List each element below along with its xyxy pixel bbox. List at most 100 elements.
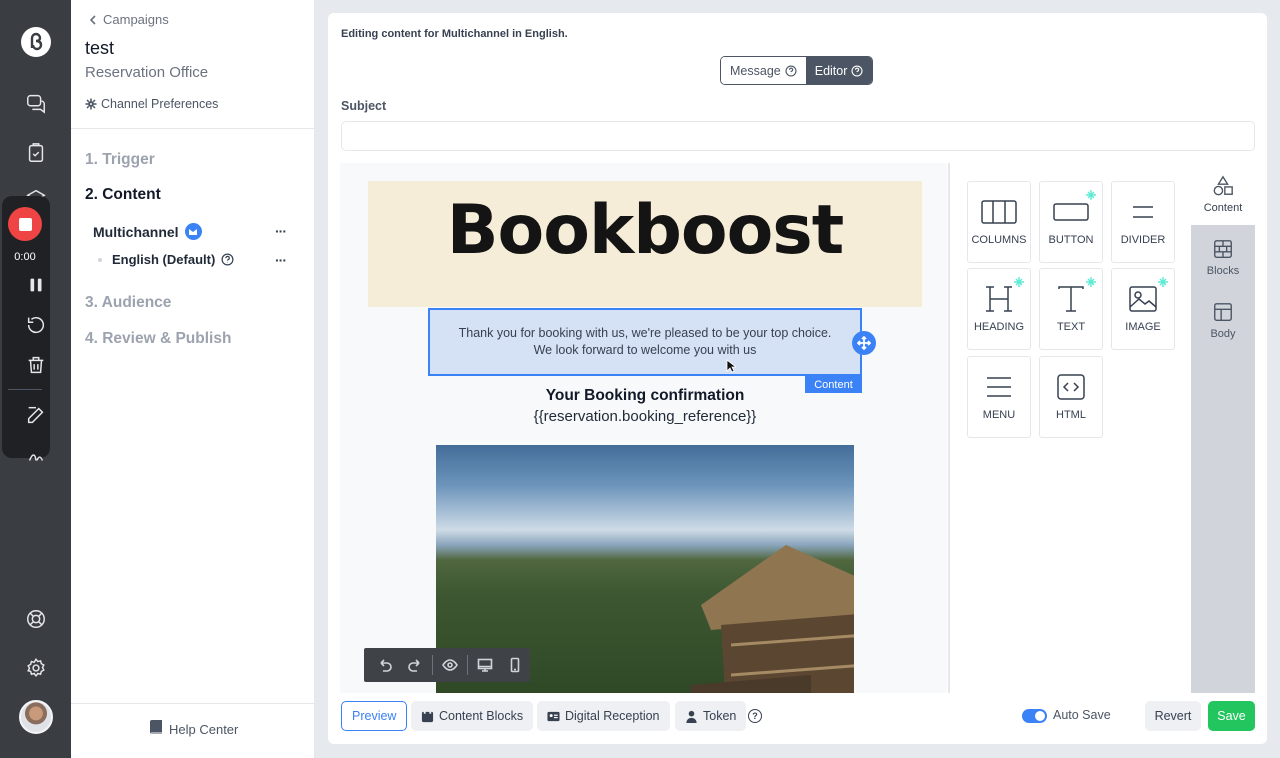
language-more-button[interactable]: ···: [275, 252, 287, 268]
subject-label: Subject: [341, 99, 387, 113]
token-help-icon[interactable]: ?: [748, 709, 762, 723]
move-handle-icon[interactable]: [852, 331, 876, 355]
tool-html-label: HTML: [1056, 409, 1086, 421]
campaign-title: test: [85, 38, 115, 58]
code-icon: [1057, 374, 1085, 400]
menu-icon: [987, 377, 1011, 397]
tool-menu-label: MENU: [982, 409, 1016, 421]
button-icon: [1053, 203, 1089, 221]
tab-message[interactable]: Message: [721, 57, 806, 84]
help-circle-icon[interactable]: [221, 253, 234, 266]
tab-body[interactable]: Body: [1191, 289, 1255, 351]
settings-gear-icon[interactable]: [22, 654, 50, 682]
channel-more-button[interactable]: ···: [275, 223, 287, 239]
step-trigger[interactable]: 1. Trigger: [85, 151, 155, 169]
tool-heading[interactable]: HEADING: [967, 268, 1031, 350]
edit-icon[interactable]: [22, 401, 50, 429]
pause-icon[interactable]: [22, 271, 50, 299]
tool-text[interactable]: TEXT: [1039, 268, 1103, 350]
toolbar-divider: [467, 655, 468, 675]
redo-icon[interactable]: [402, 652, 428, 678]
canvas-toolbar: [364, 648, 530, 682]
preview-label: Preview: [352, 709, 397, 723]
bookboost-logo-icon[interactable]: [21, 27, 51, 57]
channel-preferences-label: Channel Preferences: [101, 97, 219, 111]
email-canvas[interactable]: Bookboost Thank you for booking with us,…: [340, 163, 947, 693]
autosave-toggle[interactable]: [1022, 709, 1047, 723]
mobile-icon[interactable]: [502, 652, 528, 678]
tab-editor-label: Editor: [814, 63, 848, 78]
tool-image[interactable]: IMAGE: [1111, 268, 1175, 350]
channel-multichannel[interactable]: Multichannel: [93, 223, 202, 240]
language-english[interactable]: English (Default): [98, 252, 234, 267]
undo-icon[interactable]: [372, 652, 398, 678]
step-content[interactable]: 2. Content: [85, 186, 161, 204]
chevron-left-icon: [89, 14, 96, 25]
tool-columns[interactable]: COLUMNS: [967, 181, 1031, 263]
selected-text-block[interactable]: Thank you for booking with us, we're ple…: [428, 308, 862, 376]
revert-button[interactable]: Revert: [1145, 701, 1201, 731]
channel-label: Multichannel: [93, 223, 179, 240]
trash-icon[interactable]: [22, 351, 50, 379]
intro-line-1: Thank you for booking with us, we're ple…: [458, 326, 832, 340]
campaign-subtitle: Reservation Office: [85, 64, 209, 81]
user-icon: [686, 710, 697, 723]
language-label: English (Default): [112, 252, 216, 267]
sidebar-divider: [71, 128, 315, 129]
help-center-label: Help Center: [169, 722, 239, 737]
tab-content-label: Content: [1203, 201, 1243, 214]
content-blocks-button[interactable]: Content Blocks: [411, 701, 534, 731]
layout-icon: [1214, 302, 1232, 321]
bullet-icon: [98, 257, 102, 262]
stop-recording-button[interactable]: [8, 207, 42, 241]
columns-icon: [981, 200, 1017, 224]
tool-tabs: Content Blocks Body: [1191, 163, 1255, 693]
conversations-icon[interactable]: [22, 89, 50, 117]
sparkle-icon: [1086, 274, 1096, 287]
tool-button[interactable]: BUTTON: [1039, 181, 1103, 263]
content-tools-panel: COLUMNS BUTTON DIVIDER HEADING TEXT IMAG…: [948, 163, 1191, 693]
tab-content[interactable]: Content: [1191, 163, 1255, 225]
mouse-cursor-icon: [726, 359, 736, 373]
mail-icon: [184, 223, 202, 240]
tool-divider-label: DIVIDER: [1120, 234, 1166, 246]
editing-note: Editing content for Multichannel in Engl…: [341, 28, 568, 40]
tab-body-label: Body: [1210, 327, 1236, 340]
tasks-icon[interactable]: [22, 139, 50, 167]
token-label: Token: [703, 709, 737, 723]
sparkle-icon: [1158, 274, 1168, 287]
subject-input[interactable]: [341, 121, 1255, 151]
step-audience[interactable]: 3. Audience: [85, 294, 171, 312]
desktop-icon[interactable]: [472, 652, 498, 678]
toolbar-divider: [432, 655, 433, 675]
restart-icon[interactable]: [22, 311, 50, 339]
drawing-icon[interactable]: [22, 441, 50, 469]
tab-editor[interactable]: Editor: [805, 57, 873, 84]
app-rail: 0:00: [0, 0, 71, 758]
step-review-publish[interactable]: 4. Review & Publish: [85, 330, 231, 348]
tool-html[interactable]: HTML: [1039, 356, 1103, 438]
booking-heading: Your Booking confirmation: [545, 387, 745, 404]
brand-logo: Bookboost: [446, 191, 845, 270]
token-button[interactable]: Token: [675, 701, 747, 731]
support-icon[interactable]: [22, 605, 50, 633]
save-button[interactable]: Save: [1208, 701, 1255, 731]
preview-button[interactable]: Preview: [341, 701, 408, 731]
eye-icon[interactable]: [437, 652, 463, 678]
digital-reception-button[interactable]: Digital Reception: [537, 701, 670, 731]
user-avatar[interactable]: [19, 700, 53, 734]
book-icon: [149, 720, 162, 736]
tool-divider[interactable]: DIVIDER: [1111, 181, 1175, 263]
booking-reference: {{reservation.booking_reference}}: [533, 408, 757, 425]
tool-menu[interactable]: MENU: [967, 356, 1031, 438]
back-to-campaigns-link[interactable]: Campaigns: [87, 12, 169, 27]
tab-blocks[interactable]: Blocks: [1191, 226, 1255, 288]
tool-columns-label: COLUMNS: [971, 234, 1027, 246]
tab-message-label: Message: [730, 63, 781, 78]
campaign-sidebar: Campaigns test Reservation Office Channe…: [71, 0, 315, 758]
channel-preferences-link[interactable]: Channel Preferences: [85, 97, 218, 111]
id-card-icon: [547, 711, 560, 721]
help-center-link[interactable]: Help Center: [149, 720, 238, 737]
sparkle-icon: [1014, 274, 1024, 287]
calendar-icon: [421, 709, 434, 722]
